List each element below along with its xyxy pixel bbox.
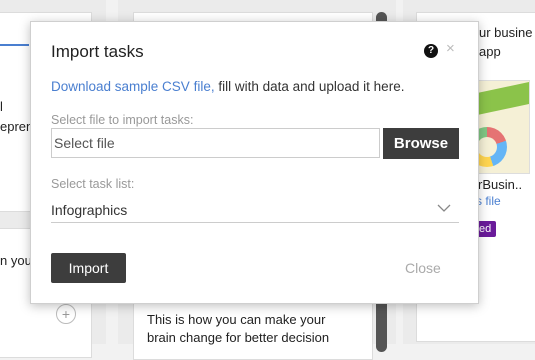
task-list-select[interactable]: Infographics <box>51 197 459 223</box>
close-icon[interactable]: × <box>446 40 455 58</box>
attachment-name: rBusin.. <box>478 177 523 192</box>
download-sample-csv-link[interactable]: Download sample CSV file, <box>51 79 215 94</box>
card-title: brain change for better decision <box>147 330 330 345</box>
browse-button[interactable]: Browse <box>383 128 459 159</box>
card-title: app <box>479 44 501 59</box>
description-text: fill with data and upload it here. <box>214 79 405 94</box>
chevron-down-icon <box>437 204 451 212</box>
import-button[interactable]: Import <box>51 253 126 283</box>
task-list-label: Select task list: <box>51 177 135 191</box>
close-button[interactable]: Close <box>405 260 441 276</box>
card-title: This is how you can make your <box>147 312 326 327</box>
file-input[interactable] <box>51 128 380 158</box>
dialog-title: Import tasks <box>51 42 144 61</box>
task-list-value: Infographics <box>51 202 128 218</box>
attachment-link[interactable]: s file <box>476 194 501 208</box>
card-text: l <box>0 99 3 114</box>
card-accent-line <box>0 44 29 46</box>
card-text: n you <box>0 253 32 268</box>
card-text: epren <box>0 119 34 134</box>
dialog-description: Download sample CSV file, fill with data… <box>51 79 404 94</box>
help-icon[interactable]: ? <box>424 44 438 58</box>
file-label: Select file to import tasks: <box>51 113 194 127</box>
card-title: ur busine <box>479 25 533 40</box>
import-tasks-dialog: Import tasks ? × Download sample CSV fil… <box>30 21 479 304</box>
add-task-button[interactable]: + <box>56 304 76 324</box>
